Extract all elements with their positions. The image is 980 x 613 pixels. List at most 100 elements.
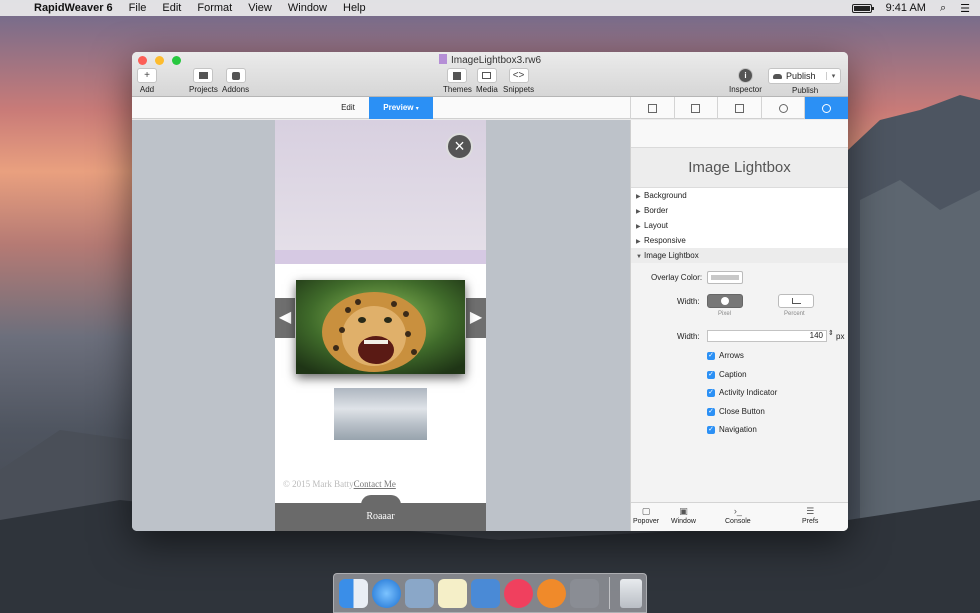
lightbox-prev-arrow-icon[interactable]: ◀ [275, 298, 295, 338]
activity-indicator-checkbox[interactable]: ✓ Activity Indicator [707, 388, 777, 397]
menu-bar: RapidWeaver 6 File Edit Format View Wind… [0, 0, 980, 16]
contact-link[interactable]: Contact Me [354, 479, 396, 489]
section-background[interactable]: ▶ Background [631, 188, 848, 203]
width-input[interactable]: 140 [707, 330, 827, 342]
caption-text: Roaaar [366, 511, 395, 522]
tab-header[interactable] [717, 97, 761, 119]
leopard-photo [296, 280, 465, 374]
lightbox-image[interactable] [296, 280, 465, 374]
popover-icon: ▢ [641, 506, 651, 516]
projects-icon [193, 68, 214, 83]
caption-checkbox[interactable]: ✓ Caption [707, 370, 747, 379]
projects-button[interactable]: Projects [189, 68, 218, 94]
notification-center-icon[interactable]: ☰ [960, 2, 970, 15]
document-icon [438, 54, 447, 64]
section-border[interactable]: ▶ Border [631, 203, 848, 218]
console-button[interactable]: ›_ Console [725, 506, 751, 525]
navigation-checkbox[interactable]: ✓ Navigation [707, 425, 757, 434]
gear-icon [822, 103, 832, 113]
tab-preview[interactable]: Preview ▾ [369, 97, 433, 119]
themes-icon [447, 68, 468, 83]
menu-app[interactable]: RapidWeaver 6 [34, 0, 121, 16]
page-icon [691, 103, 701, 113]
window-icon: ▣ [679, 506, 688, 516]
itunes-icon[interactable] [504, 578, 533, 608]
width-unit: px [836, 332, 845, 341]
battery-icon[interactable] [851, 3, 874, 13]
info-icon: i [737, 68, 753, 83]
chart-icon [791, 298, 801, 304]
styles-icon [778, 103, 788, 113]
publish-dropdown-chevron-icon[interactable]: ▾ [826, 72, 840, 80]
tab-plugin-settings[interactable] [804, 97, 848, 119]
ibooks-icon[interactable] [537, 578, 566, 608]
section-layout[interactable]: ▶ Layout [631, 218, 848, 233]
media-button[interactable]: Media [476, 68, 498, 94]
percent-label: Percent [784, 311, 805, 317]
puzzle-icon [225, 68, 246, 83]
menu-clock[interactable]: 9:41 AM [886, 2, 926, 14]
tab-edit[interactable]: Edit [328, 97, 368, 119]
disclosure-down-icon: ▼ [636, 254, 642, 260]
inspector-title: Image Lightbox [631, 148, 848, 188]
rapidweaver-icon[interactable] [471, 578, 500, 608]
finder-icon[interactable] [339, 578, 368, 608]
header-icon [734, 103, 744, 113]
width-stepper[interactable]: ⇕ [828, 329, 834, 337]
menu-view[interactable]: View [240, 0, 280, 16]
themes-button[interactable]: Themes [443, 68, 472, 94]
window-button[interactable]: ▣ Window [671, 506, 696, 525]
spotlight-search-icon[interactable]: ⌕ [940, 2, 946, 15]
app-window: ImageLightbox3.rw6 + Add Projects Addons… [132, 52, 848, 531]
page-footer: © 2015 Mark BattyContact Me [283, 479, 396, 489]
checkmark-icon: ✓ [707, 407, 715, 416]
gallery-thumbnail[interactable] [334, 388, 427, 440]
preview-page: × ◀ ▶ © 2015 Mark BattyContact Me Roaaar [275, 120, 486, 531]
arrows-checkbox[interactable]: ✓ Arrows [707, 351, 744, 360]
width-pixel-button[interactable] [707, 294, 743, 308]
lightbox-close-icon[interactable]: × [446, 133, 473, 160]
tab-page[interactable] [673, 97, 718, 119]
width-percent-button[interactable] [778, 294, 814, 308]
width-value-label: Width: [677, 332, 700, 341]
menu-edit[interactable]: Edit [154, 0, 189, 16]
section-image-lightbox[interactable]: ▼ Image Lightbox [631, 248, 848, 263]
pie-icon [721, 297, 729, 305]
page-band [275, 250, 486, 264]
trash-icon[interactable] [620, 578, 642, 608]
inspector-panel: Image Lightbox ▶ Background ▶ Border ▶ Layo… [630, 120, 848, 531]
document-title: ImageLightbox3.rw6 [132, 54, 848, 66]
chevron-down-icon: ▾ [415, 106, 419, 112]
tab-styles[interactable] [760, 97, 805, 119]
add-button[interactable]: + Add [137, 68, 157, 94]
safari-icon[interactable] [372, 578, 401, 608]
checkmark-icon: ✓ [707, 425, 715, 434]
sliders-icon: ☰ [806, 506, 815, 516]
inspector-bottom-bar: ▢ Popover ▣ Window ›_ Console ☰ Prefs [631, 502, 848, 531]
section-responsive[interactable]: ▶ Responsive [631, 233, 848, 248]
lightbox-next-arrow-icon[interactable]: ▶ [466, 298, 486, 338]
close-button-checkbox[interactable]: ✓ Close Button [707, 407, 765, 416]
cloud-icon [773, 73, 782, 79]
snippets-button[interactable]: <> Snippets [503, 68, 534, 94]
overlay-color-well[interactable] [707, 271, 743, 284]
title-bar: ImageLightbox3.rw6 + Add Projects Addons… [132, 52, 848, 97]
mail-icon[interactable] [405, 578, 434, 608]
notes-icon[interactable] [438, 578, 467, 608]
menu-file[interactable]: File [121, 0, 155, 16]
code-icon: <> [508, 68, 529, 83]
popover-button[interactable]: ▢ Popover [633, 506, 659, 525]
publish-label: Publish [792, 86, 819, 95]
menu-window[interactable]: Window [280, 0, 335, 16]
prefs-button[interactable]: ☰ Prefs [802, 506, 818, 525]
overlay-color-label: Overlay Color: [651, 273, 703, 282]
system-preferences-icon[interactable] [570, 578, 599, 608]
mode-tab-bar: Edit Preview ▾ [132, 97, 848, 119]
addons-button[interactable]: Addons [222, 68, 249, 94]
menu-help[interactable]: Help [335, 0, 374, 16]
tab-general[interactable] [630, 97, 674, 119]
publish-button[interactable]: Publish ▾ [768, 68, 841, 84]
menu-format[interactable]: Format [189, 0, 240, 16]
checkmark-icon: ✓ [707, 388, 715, 397]
inspector-button[interactable]: i Inspector [729, 68, 762, 94]
